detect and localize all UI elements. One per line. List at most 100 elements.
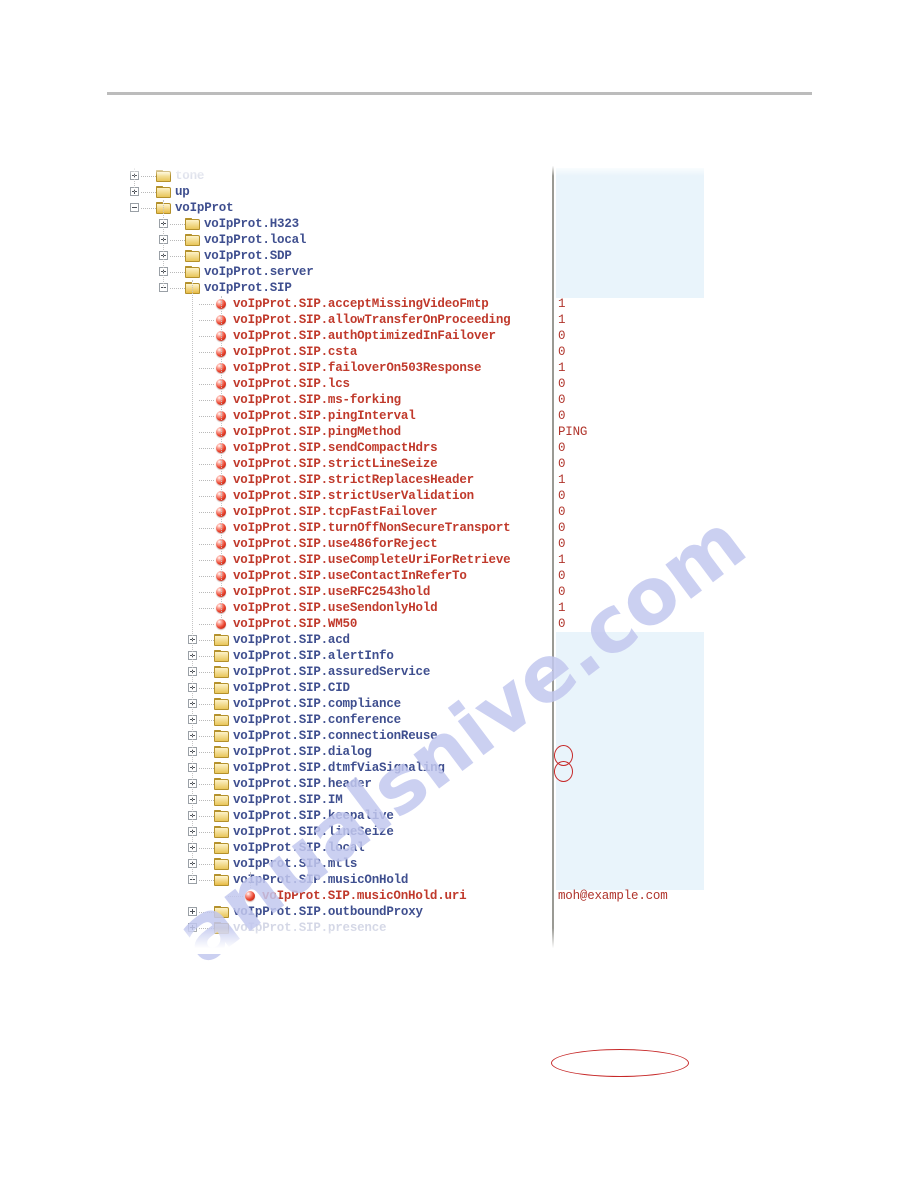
- parameter-value[interactable]: 1: [558, 296, 566, 312]
- folder-icon: [214, 666, 229, 678]
- parameter-value[interactable]: 1: [558, 600, 566, 616]
- parameter-bullet-icon: [245, 891, 255, 901]
- tree-connector: [199, 480, 214, 482]
- tree-node-label: voIpProt.SIP.tcpFastFailover: [233, 505, 438, 519]
- tree-node-label: voIpProt.SIP.presence: [233, 921, 387, 935]
- parameter-value[interactable]: 0: [558, 616, 566, 632]
- parameter-value[interactable]: 0: [558, 408, 566, 424]
- tree-node-label: voIpProt.SIP.dtmfViaSignaling: [233, 761, 445, 775]
- tree-guide-line: [163, 200, 165, 288]
- parameter-value[interactable]: 0: [558, 456, 566, 472]
- value-column-highlight-top: [556, 168, 704, 298]
- tree-node-label: voIpProt.SDP: [204, 249, 292, 263]
- parameter-value[interactable]: 0: [558, 488, 566, 504]
- folder-icon: [214, 874, 229, 886]
- tree-node-label: voIpProt.SIP.useCompleteUriForRetrieve: [233, 553, 511, 567]
- tree-node-label: voIpProt.SIP.csta: [233, 345, 358, 359]
- parameter-value[interactable]: 0: [558, 328, 566, 344]
- tree-connector: [199, 336, 214, 338]
- tree-connector: [199, 656, 214, 658]
- collapse-icon[interactable]: [130, 203, 139, 212]
- tree-connector: [170, 240, 185, 242]
- tree-connector: [199, 432, 214, 434]
- folder-icon: [214, 650, 229, 662]
- tree-node-label: voIpProt.SIP.pingInterval: [233, 409, 416, 423]
- tree-connector: [199, 784, 214, 786]
- value-column-highlight-bottom: [556, 632, 704, 890]
- folder-icon: [185, 266, 200, 278]
- tree-node-label: voIpProt.SIP.useRFC2543hold: [233, 585, 431, 599]
- tree-connector: [199, 464, 214, 466]
- tree-node-label: voIpProt.SIP.musicOnHold.uri: [262, 889, 467, 903]
- tree-node-label: voIpProt.SIP.failoverOn503Response: [233, 361, 482, 375]
- tree-node-label: voIpProt.local: [204, 233, 307, 247]
- tree-guide-line: [192, 280, 194, 880]
- parameter-value[interactable]: 1: [558, 552, 566, 568]
- tree-connector: [199, 560, 214, 562]
- tree-node-label: voIpProt.SIP.header: [233, 777, 372, 791]
- parameter-value[interactable]: PING: [558, 424, 587, 440]
- folder-icon: [214, 730, 229, 742]
- folder-icon: [214, 842, 229, 854]
- folder-icon: [214, 922, 229, 934]
- folder-icon: [214, 634, 229, 646]
- tree-connector: [199, 320, 214, 322]
- tree-node-label: voIpProt.SIP: [204, 281, 292, 295]
- folder-icon: [214, 826, 229, 838]
- folder-icon: [185, 234, 200, 246]
- tree-node-label: voIpProt.SIP.lcs: [233, 377, 350, 391]
- parameter-value[interactable]: 0: [558, 440, 566, 456]
- folder-icon: [185, 250, 200, 262]
- parameter-value[interactable]: 0: [558, 536, 566, 552]
- tree-node-label: voIpProt.H323: [204, 217, 299, 231]
- tree-node-label: voIpProt.SIP.mtls: [233, 857, 358, 871]
- parameter-value[interactable]: 0: [558, 376, 566, 392]
- parameter-value[interactable]: 0: [558, 520, 566, 536]
- tree-connector: [141, 176, 156, 178]
- tree-node-label: voIpProt.SIP.useSendonlyHold: [233, 601, 438, 615]
- parameter-value[interactable]: 1: [558, 360, 566, 376]
- tree-node-label: voIpProt.SIP.strictReplacesHeader: [233, 473, 474, 487]
- tree-connector: [199, 672, 214, 674]
- tree-connector: [199, 752, 214, 754]
- tree-node-label: voIpProt: [175, 201, 234, 215]
- tree-connector: [199, 848, 214, 850]
- folder-icon: [214, 810, 229, 822]
- folder-icon: [214, 762, 229, 774]
- parameter-value[interactable]: 1: [558, 472, 566, 488]
- parameter-value[interactable]: 0: [558, 392, 566, 408]
- parameter-value[interactable]: 0: [558, 568, 566, 584]
- parameter-bullet-icon: [216, 619, 226, 629]
- parameter-value[interactable]: 0: [558, 504, 566, 520]
- tree-node-label: tone: [175, 169, 205, 183]
- tree-connector: [199, 912, 214, 914]
- tree-connector: [199, 816, 214, 818]
- tree-connector: [199, 624, 214, 626]
- tree-connector: [199, 832, 214, 834]
- page-header-rule: [107, 92, 812, 95]
- tree-connector: [170, 224, 185, 226]
- tree-connector: [199, 496, 214, 498]
- tree-connector: [199, 640, 214, 642]
- tree-node-label: voIpProt.SIP.outboundProxy: [233, 905, 423, 919]
- tree-connector: [199, 688, 214, 690]
- parameter-value[interactable]: 0: [558, 344, 566, 360]
- tree-node-label: up: [175, 185, 190, 199]
- configuration-tree-figure: tone up voIpProt voIpProt.H323 voIpProt.loca…: [0, 160, 918, 1077]
- tree-connector: [199, 608, 214, 610]
- tree-connector: [199, 528, 214, 530]
- folder-icon: [185, 218, 200, 230]
- tree-node-label: voIpProt.SIP.connectionReuse: [233, 729, 438, 743]
- folder-icon: [214, 714, 229, 726]
- tree-node-label: voIpProt.SIP.allowTransferOnProceeding: [233, 313, 511, 327]
- parameter-value[interactable]: 1: [558, 312, 566, 328]
- expand-icon[interactable]: [188, 923, 197, 932]
- tree-node-label: voIpProt.SIP.assuredService: [233, 665, 431, 679]
- fade-mask-bottom: [110, 928, 730, 954]
- expand-icon[interactable]: [188, 907, 197, 916]
- folder-icon: [156, 170, 171, 182]
- tree-connector: [199, 400, 214, 402]
- parameter-value[interactable]: moh@example.com: [558, 888, 668, 904]
- parameter-value[interactable]: 0: [558, 584, 566, 600]
- tree-node-label: voIpProt.SIP.turnOffNonSecureTransport: [233, 521, 511, 535]
